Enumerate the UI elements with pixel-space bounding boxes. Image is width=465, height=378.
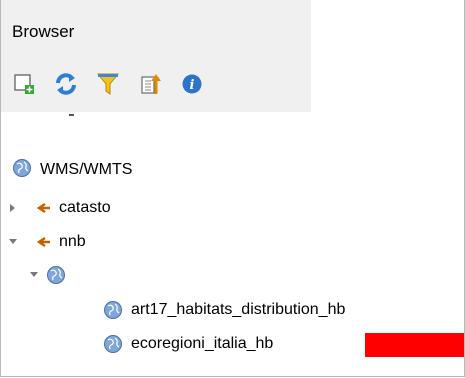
tree-item-layer[interactable]: art17_habitats_distribution_hb	[103, 297, 345, 323]
tree-item-label: catasto	[59, 199, 111, 216]
globe-icon	[103, 334, 123, 354]
add-selected-layers-icon[interactable]	[11, 71, 37, 97]
collapse-arrow-icon[interactable]	[7, 229, 19, 255]
svg-text:i: i	[190, 78, 195, 93]
wms-connection-icon	[33, 236, 51, 248]
collapse-arrow-icon[interactable]	[28, 262, 40, 288]
tree-item-wms-wmts[interactable]: WMS/WMTS	[12, 157, 132, 183]
info-icon[interactable]: i	[179, 71, 205, 97]
tree-item-catasto[interactable]: catasto	[7, 195, 111, 221]
browser-panel: Browser i WMS/WMTS catasto nnb art17_hab…	[0, 0, 465, 377]
panel-title: Browser	[12, 22, 75, 41]
collapse-all-icon[interactable]	[138, 71, 164, 97]
globe-icon	[46, 265, 66, 285]
tree-item-nnb[interactable]: nnb	[7, 229, 86, 255]
filter-icon[interactable]	[95, 71, 121, 97]
tree-item-label: WMS/WMTS	[40, 161, 133, 178]
wms-connection-icon	[33, 202, 51, 214]
scroll-marker	[69, 114, 74, 116]
redaction-box	[365, 333, 464, 357]
expand-arrow-icon[interactable]	[7, 195, 19, 221]
globe-icon	[103, 300, 123, 320]
tree-item-layer[interactable]: ecoregioni_italia_hb	[103, 331, 273, 357]
browser-header: Browser i	[1, 0, 311, 112]
globe-icon	[12, 158, 32, 183]
tree-item-label: ecoregioni_italia_hb	[131, 335, 274, 352]
tree-item-label: art17_habitats_distribution_hb	[131, 301, 346, 318]
tree-item-group[interactable]	[28, 262, 66, 288]
tree-item-label: nnb	[59, 233, 86, 250]
refresh-icon[interactable]	[53, 71, 79, 97]
